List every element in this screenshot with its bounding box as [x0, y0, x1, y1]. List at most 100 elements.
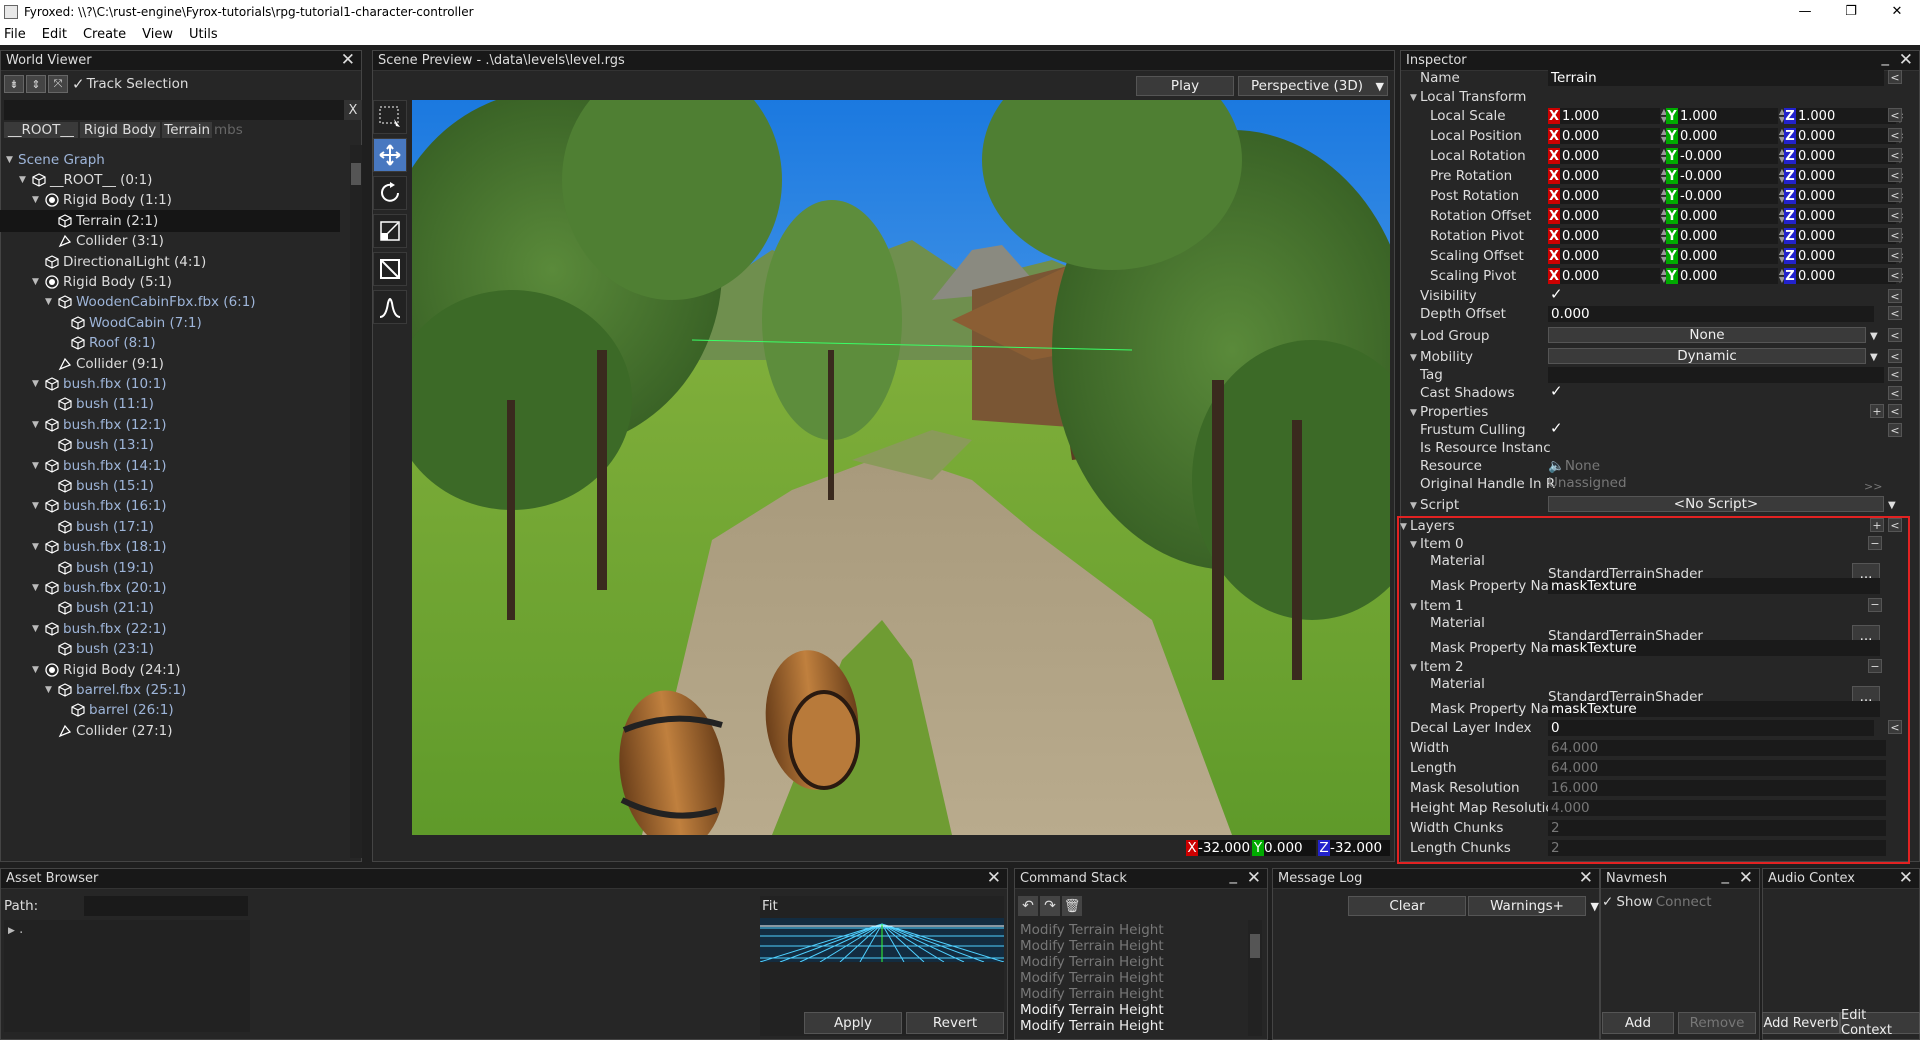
search-clear-button[interactable]: X [344, 100, 362, 120]
z-field[interactable]: Z0.000▲▼ [1784, 188, 1904, 204]
tree-node[interactable]: Collider (9:1) [57, 353, 164, 375]
y-value[interactable]: 0.000 [1678, 268, 1778, 284]
expand-arrow-icon[interactable]: ▼ [45, 685, 57, 695]
menu-file[interactable]: File [0, 27, 38, 42]
lod-group-dropdown[interactable]: None [1548, 327, 1866, 343]
x-value[interactable]: 0.000 [1560, 148, 1660, 164]
tree-node[interactable]: bush (13:1) [57, 434, 154, 456]
tree-node[interactable]: barrel (26:1) [70, 699, 174, 721]
revert-property-button[interactable]: < [1888, 289, 1902, 303]
tree-scrollbar[interactable] [350, 145, 362, 858]
x-value[interactable]: 1.000 [1560, 108, 1660, 124]
revert-property-button[interactable]: < [1888, 404, 1902, 418]
y-value[interactable]: -0.000 [1678, 148, 1778, 164]
z-value[interactable]: 0.000 [1796, 168, 1896, 184]
tree-node[interactable]: bush (21:1) [57, 597, 154, 619]
resource-field[interactable]: 🔈 None [1548, 457, 1600, 475]
depth-offset-field[interactable]: 0.000 [1548, 306, 1874, 322]
folder-root[interactable]: . [19, 922, 23, 937]
revert-property-button[interactable]: < [1888, 268, 1902, 282]
tree-node[interactable]: bush (19:1) [57, 557, 154, 579]
undo-icon[interactable]: ↶ [1018, 896, 1038, 916]
close-icon[interactable]: ✕ [1739, 869, 1753, 888]
x-field[interactable]: X 0.000 ▲ ▼ [1548, 208, 1668, 224]
log-filter-dropdown[interactable]: Warnings+ ▼ [1468, 896, 1599, 916]
z-value[interactable]: 0.000 [1796, 268, 1896, 284]
x-value[interactable]: 0.000 [1560, 128, 1660, 144]
expand-arrow-icon[interactable]: ▼ [19, 175, 31, 185]
expand-arrow-icon[interactable]: ▼ [1410, 404, 1417, 422]
revert-property-button[interactable]: < [1888, 128, 1902, 142]
command-item[interactable]: Modify Terrain Height [1020, 1018, 1164, 1034]
menu-utils[interactable]: Utils [185, 27, 230, 42]
expand-arrow-icon[interactable]: ▼ [32, 277, 44, 287]
revert-property-button[interactable]: < [1888, 306, 1902, 320]
x-field[interactable]: X 0.000 ▲ ▼ [1548, 228, 1668, 244]
viewport[interactable] [412, 100, 1390, 835]
tree-node[interactable]: WoodCabin (7:1) [70, 312, 202, 334]
z-value[interactable]: 1.000 [1796, 108, 1896, 124]
select-tool-icon[interactable] [373, 100, 407, 134]
tree-node[interactable]: ▼ bush.fbx (14:1) [32, 455, 166, 477]
x-field[interactable]: X 1.000 ▲ ▼ [1548, 108, 1668, 124]
tree-node[interactable]: bush (17:1) [57, 516, 154, 538]
x-value[interactable]: 0.000 [1560, 188, 1660, 204]
close-icon[interactable]: ✕ [1899, 51, 1913, 70]
y-value[interactable]: 0.000 [1678, 208, 1778, 224]
close-icon[interactable]: ✕ [1247, 869, 1261, 888]
apply-button[interactable]: Apply [804, 1012, 902, 1034]
x-field[interactable]: X 0.000 ▲ ▼ [1548, 268, 1668, 284]
z-field[interactable]: Z0.000▲▼ [1784, 248, 1904, 264]
expand-arrow-icon[interactable]: ▼ [45, 297, 57, 307]
menu-edit[interactable]: Edit [38, 27, 79, 42]
breadcrumb-terrain[interactable]: Terrain [162, 122, 212, 138]
x-field[interactable]: X 0.000 ▲ ▼ [1548, 128, 1668, 144]
z-value[interactable]: 0.000 [1796, 208, 1896, 224]
y-field[interactable]: Y -0.000 ▲ ▼ [1666, 148, 1786, 164]
mobility-dropdown[interactable]: Dynamic [1548, 348, 1866, 364]
tree-node[interactable]: Collider (3:1) [57, 230, 164, 252]
x-field[interactable]: X 0.000 ▲ ▼ [1548, 248, 1668, 264]
menu-create[interactable]: Create [79, 27, 138, 42]
z-field[interactable]: Z0.000▲▼ [1784, 128, 1904, 144]
terrain-tool-icon[interactable] [373, 290, 407, 324]
y-field[interactable]: Y 0.000 ▲ ▼ [1666, 208, 1786, 224]
tree-node[interactable]: Collider (27:1) [57, 720, 173, 742]
expand-arrow-icon[interactable]: ▼ [1410, 497, 1417, 515]
revert-property-button[interactable]: < [1888, 328, 1902, 342]
x-field[interactable]: X 0.000 ▲ ▼ [1548, 168, 1668, 184]
maximize-button[interactable]: ❐ [1828, 0, 1874, 23]
tree-node[interactable]: ▼ barrel.fbx (25:1) [45, 679, 186, 701]
rotate-tool-icon[interactable] [373, 176, 407, 210]
cast-shadows-checkbox[interactable]: ✓ [1550, 382, 1563, 400]
clear-log-button[interactable]: Clear [1348, 896, 1466, 916]
expand-arrow-icon[interactable]: ▼ [32, 420, 44, 430]
tree-node[interactable]: ▼ __ROOT__ (0:1) [19, 169, 152, 191]
tree-node[interactable]: ▼ bush.fbx (18:1) [32, 536, 166, 558]
z-value[interactable]: 0.000 [1796, 248, 1896, 264]
expand-arrow-icon[interactable]: ▼ [32, 461, 44, 471]
scale-tool-icon[interactable] [373, 214, 407, 248]
revert-property-button[interactable]: < [1888, 168, 1902, 182]
close-icon[interactable]: ✕ [1899, 869, 1913, 888]
connect-label[interactable]: Connect [1656, 894, 1712, 910]
expand-arrow-icon[interactable]: ▼ [1410, 89, 1417, 107]
y-field[interactable]: Y -0.000 ▲ ▼ [1666, 168, 1786, 184]
revert-property-button[interactable]: < [1888, 349, 1902, 363]
y-value[interactable]: 0.000 [1678, 128, 1778, 144]
breadcrumb-root[interactable]: __ROOT__ [4, 122, 78, 138]
expand-all-icon[interactable]: ⇕ [26, 75, 46, 93]
expand-arrow-icon[interactable]: ▼ [32, 379, 44, 389]
y-field[interactable]: Y 1.000 ▲ ▼ [1666, 108, 1786, 124]
z-value[interactable]: 0.000 [1796, 128, 1896, 144]
x-value[interactable]: 0.000 [1560, 208, 1660, 224]
x-value[interactable]: 0.000 [1560, 168, 1660, 184]
close-icon[interactable]: ✕ [1579, 869, 1593, 888]
tree-node[interactable]: Roof (8:1) [70, 332, 156, 354]
close-window-button[interactable]: ✕ [1874, 0, 1920, 23]
z-field[interactable]: Z1.000▲▼ [1784, 108, 1904, 124]
z-field[interactable]: Z0.000▲▼ [1784, 168, 1904, 184]
track-selection-checkbox[interactable]: ✓ [72, 75, 85, 93]
camera-mode-dropdown[interactable]: Perspective (3D) ▼ [1238, 76, 1388, 96]
add-property-button[interactable]: + [1870, 404, 1884, 418]
